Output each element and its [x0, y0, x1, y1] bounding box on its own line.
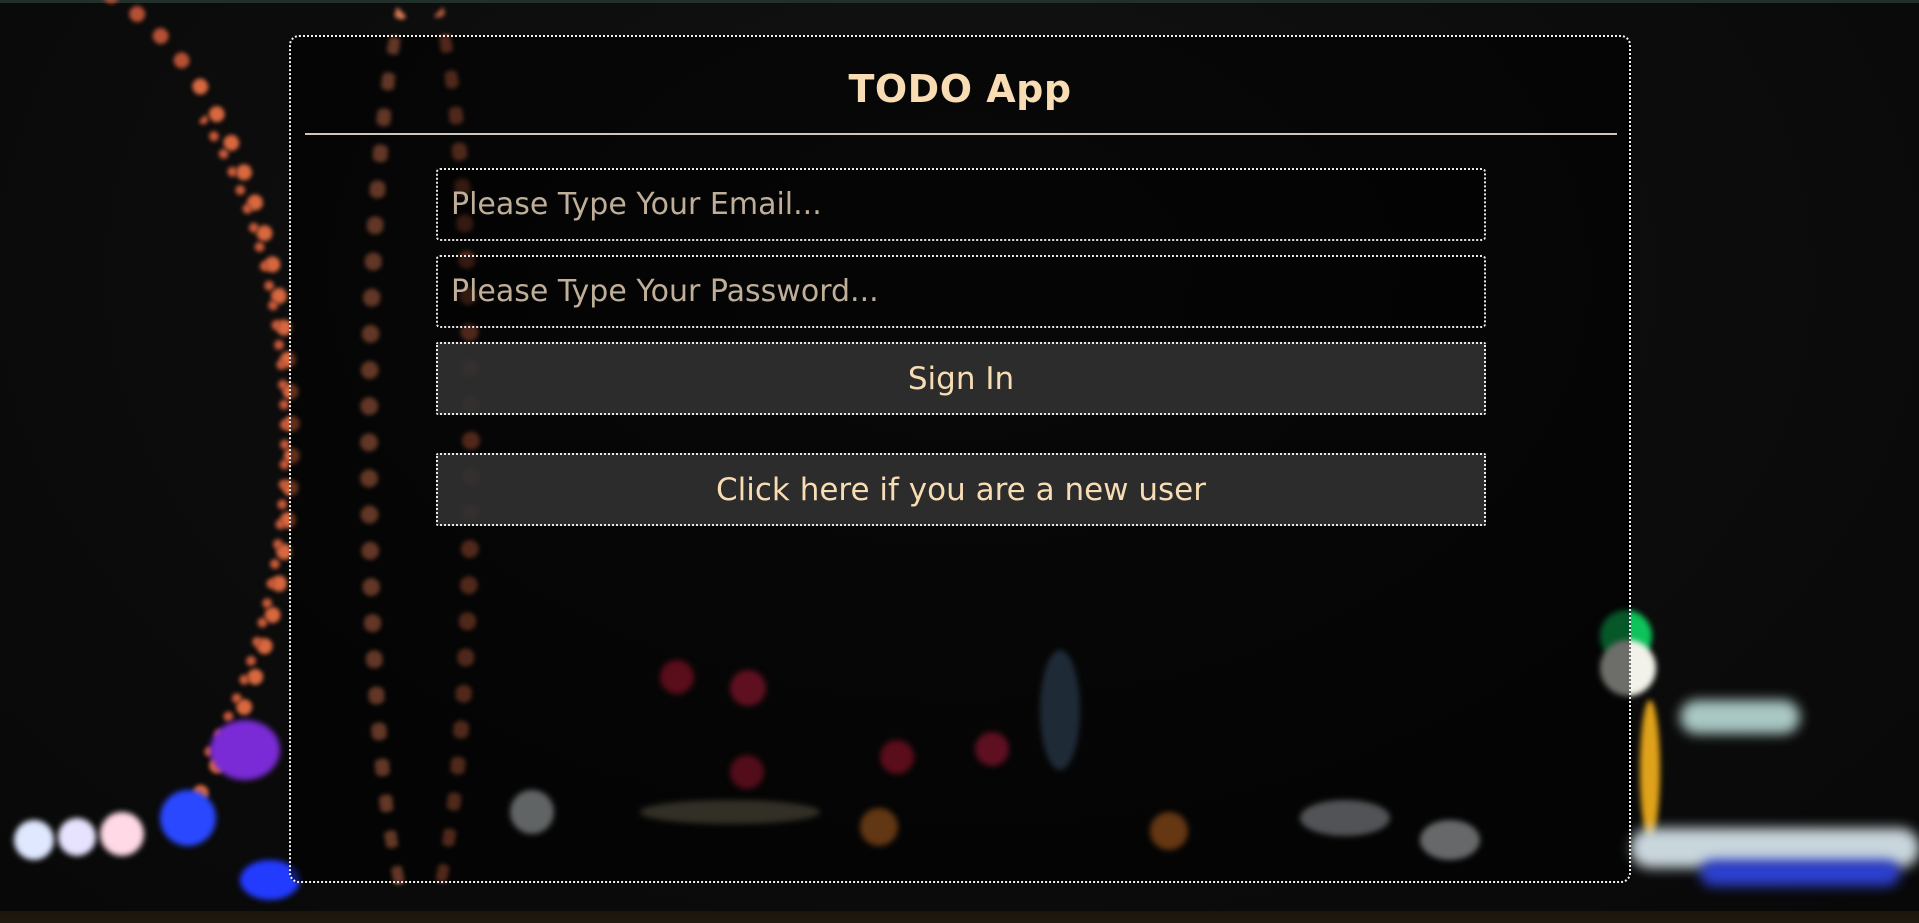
bokeh-light	[14, 820, 54, 860]
bokeh-light	[100, 812, 144, 856]
bokeh-light	[1640, 700, 1660, 840]
title-divider	[305, 133, 1617, 135]
bokeh-light	[160, 790, 216, 846]
login-card: TODO App Sign In Click here if you are a…	[289, 35, 1631, 883]
city-light-strip	[1700, 860, 1900, 886]
new-user-button[interactable]: Click here if you are a new user	[436, 453, 1486, 526]
login-form: Sign In Click here if you are a new user	[436, 168, 1486, 526]
bottom-strip	[0, 911, 1919, 923]
bokeh-light	[210, 720, 280, 780]
password-input[interactable]	[436, 255, 1486, 328]
app-title: TODO App	[848, 67, 1072, 111]
sign-in-button[interactable]: Sign In	[436, 342, 1486, 415]
email-input[interactable]	[436, 168, 1486, 241]
bokeh-light	[58, 818, 96, 856]
city-light-strip	[1680, 700, 1800, 734]
top-strip	[0, 0, 1919, 3]
